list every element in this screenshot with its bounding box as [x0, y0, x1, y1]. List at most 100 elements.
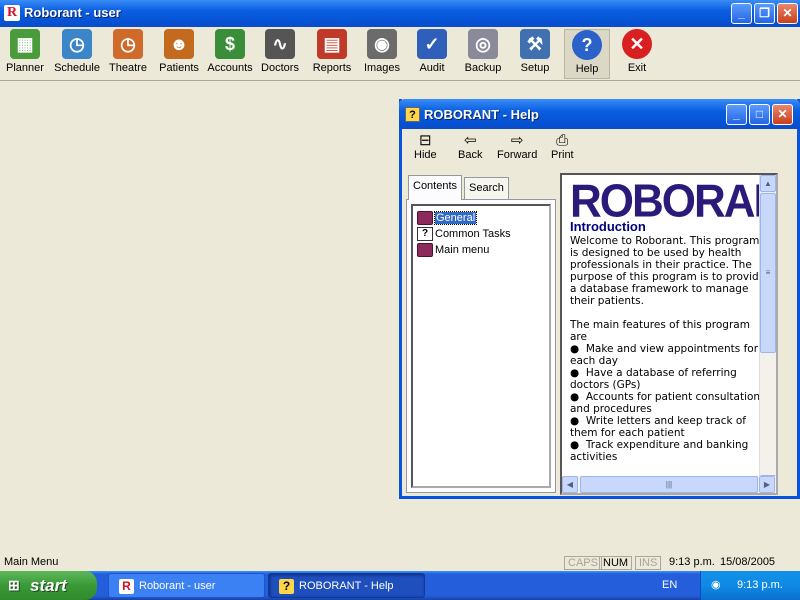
back-button[interactable]: ⇦ Back — [458, 132, 483, 162]
tree-item-common-tasks[interactable]: ? Common Tasks — [417, 226, 511, 242]
system-tray: ◉ 9:13 p.m. — [700, 571, 800, 600]
toolbar-label: Help — [575, 63, 599, 75]
toolbar-planner-button[interactable]: ▦ Planner — [2, 29, 48, 79]
close-button[interactable]: ✕ — [777, 3, 798, 24]
tree-item-general[interactable]: General — [417, 210, 478, 226]
help-icon: ? — [572, 30, 602, 60]
task-roborant-user[interactable]: R Roborant - user — [108, 573, 265, 598]
toolbar-label: Exit — [627, 62, 647, 74]
feature-bullet: ● Write letters and keep track of them f… — [570, 415, 746, 439]
tools-icon: ⚒ — [520, 29, 550, 59]
clock-calendar-icon: ◷ — [62, 29, 92, 59]
back-arrow-icon: ⇦ — [463, 132, 477, 149]
toolbar-label: Audit — [419, 62, 445, 74]
content-vertical-scrollbar[interactable]: ▲ ≡ ▼ — [759, 175, 776, 493]
hide-label: Hide — [414, 149, 437, 161]
toolbar-setup-button[interactable]: ⚒ Setup — [514, 29, 556, 79]
toolbar-patients-button[interactable]: ☻ Patients — [156, 29, 202, 79]
features-intro: The main features of this program are — [570, 319, 750, 343]
minimize-button[interactable]: _ — [731, 3, 752, 24]
toolbar-label: Accounts — [207, 62, 253, 74]
volume-icon[interactable]: ◉ — [711, 571, 721, 600]
scroll-right-button[interactable]: ▶ — [759, 476, 775, 493]
stethoscope-icon: ∿ — [265, 29, 295, 59]
toolbar-help-button[interactable]: ? Help — [564, 29, 610, 79]
disc-icon: ◎ — [468, 29, 498, 59]
restore-button[interactable]: ❐ — [754, 3, 775, 24]
toolbar-label: Reports — [312, 62, 352, 74]
toolbar-schedule-button[interactable]: ◷ Schedule — [53, 29, 101, 79]
feature-text: Accounts for patient consultations and p… — [570, 391, 766, 415]
scroll-left-button[interactable]: ◀ — [562, 476, 578, 493]
help-window-icon: ? — [405, 107, 420, 122]
intro-paragraph: Welcome to Roborant. This program is des… — [570, 235, 766, 307]
feature-text: Have a database of referring doctors (GP… — [570, 367, 737, 391]
people-icon: ☻ — [164, 29, 194, 59]
book-icon — [417, 211, 433, 226]
feature-bullet: ● Have a database of referring doctors (… — [570, 367, 737, 391]
tab-contents[interactable]: Contents — [408, 175, 463, 200]
ins-indicator: INS — [635, 556, 662, 570]
report-icon: ▤ — [317, 29, 347, 59]
status-bar: Main Menu CAPS NUM INS 9:13 p.m. 15/08/2… — [0, 556, 800, 571]
toolbar-accounts-button[interactable]: $ Accounts — [206, 29, 254, 79]
app-titlebar[interactable]: R Roborant - user _ ❐ ✕ — [0, 0, 800, 27]
hide-icon: ⊟ — [419, 132, 432, 149]
print-button[interactable]: ⎙ Print — [551, 133, 574, 162]
toolbar-doctors-button[interactable]: ∿ Doctors — [258, 29, 302, 79]
contents-tree[interactable]: General ? Common Tasks Main menu — [411, 204, 551, 488]
toolbar-reports-button[interactable]: ▤ Reports — [309, 29, 355, 79]
help-window[interactable]: ? ROBORANT - Help _ □ ✕ ⊟ Hide ⇦ Back ⇨ … — [399, 99, 800, 499]
toolbar-exit-button[interactable]: ✕ Exit — [614, 29, 660, 79]
toolbar-backup-button[interactable]: ◎ Backup — [462, 29, 504, 79]
scroll-up-button[interactable]: ▲ — [760, 175, 776, 192]
language-indicator[interactable]: EN — [662, 571, 677, 600]
status-message: Main Menu — [4, 556, 59, 568]
toolbar-label: Setup — [520, 62, 550, 74]
hide-button[interactable]: ⊟ Hide — [414, 132, 437, 162]
task-label: Roborant - user — [139, 580, 216, 592]
toolbar-label: Theatre — [109, 62, 147, 74]
tree-item-main-menu[interactable]: Main menu — [417, 242, 489, 258]
help-minimize-button[interactable]: _ — [726, 104, 747, 125]
toolbar-label: Doctors — [261, 62, 299, 74]
toolbar-label: Images — [363, 62, 401, 74]
help-toolbar: ⊟ Hide ⇦ Back ⇨ Forward ⎙ Print — [402, 129, 797, 169]
dollar-icon: $ — [215, 29, 245, 59]
forward-arrow-icon: ⇨ — [510, 132, 524, 149]
tab-search[interactable]: Search — [464, 177, 509, 199]
help-content-pane[interactable]: ROBORANT Introduction Welcome to Roboran… — [560, 173, 778, 495]
help-titlebar[interactable]: ? ROBORANT - Help _ □ ✕ — [399, 99, 800, 129]
taskbar: ⊞ start R Roborant - user ? ROBORANT - Help… — [0, 571, 800, 600]
tray-clock[interactable]: 9:13 p.m. — [737, 571, 783, 600]
feature-text: Write letters and keep track of them for… — [570, 415, 746, 439]
help-maximize-button[interactable]: □ — [749, 104, 770, 125]
contents-panel: General ? Common Tasks Main menu — [406, 199, 556, 493]
feature-bullet: ● Accounts for patient consultations and… — [570, 391, 766, 415]
forward-button[interactable]: ⇨ Forward — [497, 132, 538, 162]
scroll-thumb[interactable]: ≡ — [760, 193, 776, 353]
exit-icon: ✕ — [622, 29, 652, 59]
status-date: 15/08/2005 — [720, 556, 776, 568]
help-close-button[interactable]: ✕ — [772, 104, 793, 125]
main-toolbar: ▦ Planner ◷ Schedule ◷ Theatre ☻ Patients $ Accou… — [0, 27, 800, 81]
audit-icon: ✓ — [417, 29, 447, 59]
start-button[interactable]: ⊞ start — [0, 571, 97, 600]
toolbar-images-button[interactable]: ◉ Images — [360, 29, 404, 79]
forward-label: Forward — [497, 149, 538, 161]
question-document-icon: ? — [417, 227, 433, 242]
toolbar-audit-button[interactable]: ✓ Audit — [412, 29, 452, 79]
task-label: ROBORANT - Help — [299, 580, 394, 592]
tree-item-label: Main menu — [435, 244, 490, 256]
task-roborant-help[interactable]: ? ROBORANT - Help — [268, 573, 425, 598]
content-body: Welcome to Roborant. This program is des… — [570, 235, 770, 463]
calendar-icon: ▦ — [10, 29, 40, 59]
toolbar-label: Patients — [159, 62, 199, 74]
roborant-app-icon: R — [119, 579, 134, 594]
horizontal-scroll-thumb[interactable]: ||| — [580, 476, 758, 493]
help-window-title: ROBORANT - Help — [424, 107, 539, 122]
app-title: Roborant - user — [24, 5, 121, 20]
back-label: Back — [458, 149, 483, 161]
toolbar-theatre-button[interactable]: ◷ Theatre — [106, 29, 150, 79]
content-horizontal-scrollbar[interactable]: ◀ ||| ▶ — [562, 476, 776, 493]
